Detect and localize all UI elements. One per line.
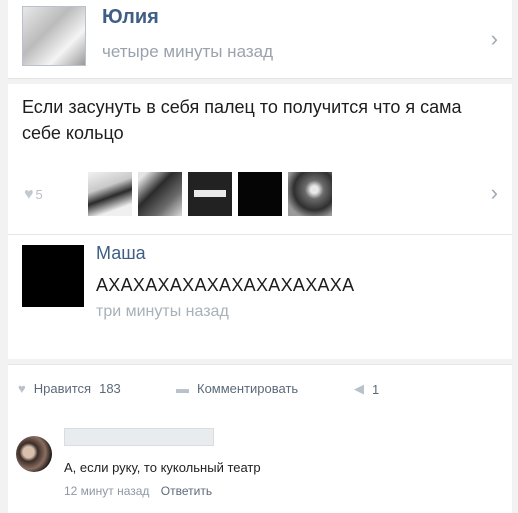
chevron-right-icon[interactable]: › <box>491 26 498 52</box>
post-header: Юлия четыре минуты назад › <box>8 0 512 79</box>
share-icon: ◀ <box>354 381 364 396</box>
share-count: 1 <box>372 381 380 397</box>
post-text: Если засунуть в себя палец то получится … <box>22 97 462 143</box>
liker-avatar[interactable] <box>88 172 132 216</box>
reply-time: три минуты назад <box>96 303 229 320</box>
liker-avatar[interactable] <box>188 172 232 216</box>
liker-avatar[interactable] <box>288 172 332 216</box>
like-label: Нравится <box>33 381 92 396</box>
author-avatar[interactable] <box>22 6 86 66</box>
comment-label: Комментировать <box>197 381 299 396</box>
chevron-right-icon[interactable]: › <box>491 180 498 206</box>
post-body: Если засунуть в себя палец то получится … <box>8 84 512 234</box>
comment-item: А, если руку, то кукольный театр 12 мину… <box>8 412 512 513</box>
comment-button[interactable]: ▬ Комментировать <box>176 381 298 396</box>
post-time: четыре минуты назад <box>102 42 274 61</box>
liker-avatar[interactable] <box>138 172 182 216</box>
likes-summary[interactable]: ♥ 5 <box>24 186 43 204</box>
heart-icon: ♥ <box>18 381 26 396</box>
comment-icon: ▬ <box>176 381 189 396</box>
comment-time: 12 минут назад <box>64 484 150 498</box>
comment-author-redacted <box>64 428 214 446</box>
liker-avatars <box>88 172 332 216</box>
like-button[interactable]: ♥ Нравится 183 <box>18 381 121 396</box>
heart-icon: ♥ <box>24 186 34 203</box>
comment-avatar[interactable] <box>16 436 52 472</box>
comment-text: А, если руку, то кукольный театр <box>64 460 261 475</box>
author-name[interactable]: Юлия <box>102 6 159 29</box>
likes-count: 5 <box>35 187 43 202</box>
share-button[interactable]: ◀ 1 <box>354 381 379 397</box>
reply-block: Маша АХАХАХАХАХАХАХАХАХАХА три минуты на… <box>8 234 512 359</box>
actions-bar: ♥ Нравится 183 ▬ Комментировать ◀ 1 <box>8 364 512 414</box>
like-count: 183 <box>99 381 121 396</box>
reply-author[interactable]: Маша <box>96 243 146 264</box>
reply-link[interactable]: Ответить <box>161 484 212 498</box>
comment-meta: 12 минут назад Ответить <box>64 484 212 498</box>
reply-text: АХАХАХАХАХАХАХАХАХАХА <box>96 275 355 295</box>
reply-avatar[interactable] <box>22 245 84 307</box>
liker-avatar[interactable] <box>238 172 282 216</box>
